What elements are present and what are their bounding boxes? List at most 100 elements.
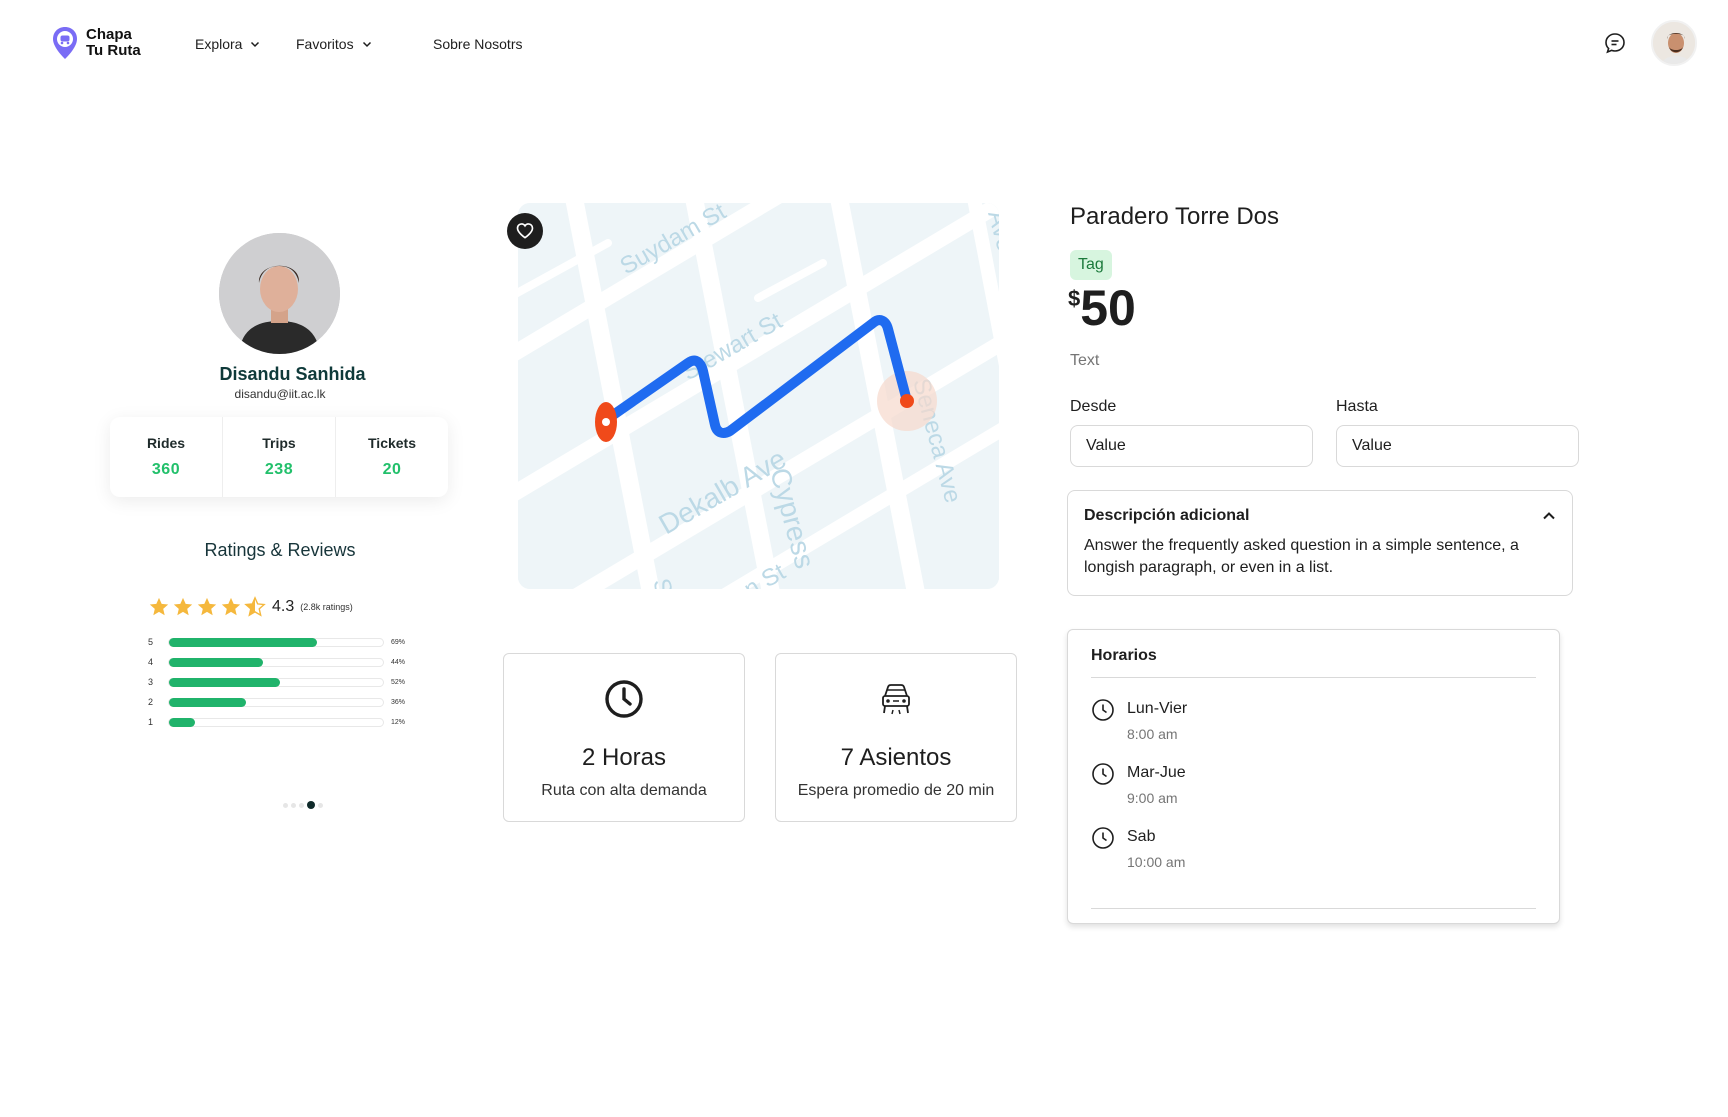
ratings-title: Ratings & Reviews — [204, 540, 356, 560]
brand-logo[interactable]: Chapa Tu Ruta — [52, 26, 141, 60]
info-title: 7 Asientos — [840, 744, 952, 771]
stat-label: Trips — [262, 435, 296, 451]
logo-text: Chapa Tu Ruta — [86, 27, 141, 59]
profile-name: Disandu Sanhida — [219, 364, 366, 384]
route-map[interactable]: Suydam St Stewart St Dekalb Ave Cypress … — [518, 203, 999, 589]
bar-percent: 36% — [391, 698, 406, 706]
stop-price: $ 50 — [1068, 278, 1136, 338]
bar-star-label: 1 — [148, 717, 154, 727]
bar-percent: 52% — [391, 678, 406, 686]
stat-value: 360 — [151, 461, 181, 478]
rating-distribution: 5 69% 4 44% 3 52% 2 36% 1 12% — [148, 632, 418, 732]
to-field[interactable]: Value — [1336, 425, 1579, 467]
star-full-icon — [221, 597, 241, 616]
nav-about[interactable]: Sobre Nosotrs — [433, 36, 522, 52]
heart-icon — [516, 223, 534, 239]
profile-avatar — [219, 233, 340, 354]
schedule-time: 10:00 am — [1127, 854, 1186, 870]
schedule-title: Horarios — [1091, 647, 1536, 678]
bar-track — [168, 637, 384, 647]
chevron-up-icon[interactable] — [1542, 509, 1556, 523]
nav-favorites[interactable]: Favoritos — [296, 36, 372, 52]
logo-line-1: Chapa — [86, 26, 132, 43]
carousel-dot[interactable] — [318, 802, 323, 808]
nav-about-label: Sobre Nosotrs — [433, 36, 523, 52]
star-half-icon — [244, 596, 266, 617]
stat-tickets: Tickets 20 — [336, 417, 448, 497]
favorite-button[interactable] — [507, 213, 543, 249]
clock-icon — [1092, 699, 1114, 721]
stop-note: Text — [1070, 352, 1100, 369]
clock-icon — [1092, 827, 1114, 849]
bar-track — [168, 657, 384, 667]
schedule-card: Horarios Lun-Vier 8:00 am Mar-Jue 9:00 a… — [1067, 629, 1560, 924]
rating-count: (2.8k ratings) — [300, 602, 353, 612]
clock-icon — [1092, 763, 1114, 785]
stop-tag: Tag — [1070, 250, 1112, 280]
star-full-icon — [149, 597, 169, 616]
bar-star-label: 3 — [148, 677, 154, 687]
top-nav: Chapa Tu Ruta Explora Favoritos Sobre No… — [0, 0, 1728, 90]
map-canvas: Suydam St Stewart St Dekalb Ave Cypress … — [518, 203, 999, 589]
schedule-item: Lun-Vier 8:00 am — [1091, 698, 1536, 742]
price-amount: 50 — [1080, 280, 1136, 336]
star-full-icon — [173, 597, 193, 616]
schedule-day: Sab — [1127, 828, 1156, 845]
user-avatar-image — [1653, 22, 1695, 64]
rating-bar-row: 1 12% — [148, 712, 418, 732]
bar-percent: 12% — [391, 718, 406, 726]
chevron-down-icon — [251, 41, 260, 48]
chevron-down-icon — [362, 41, 371, 48]
stat-value: 238 — [264, 461, 294, 478]
stat-value: 20 — [382, 461, 402, 478]
car-icon — [882, 684, 910, 715]
schedule-time: 8:00 am — [1127, 726, 1178, 742]
chat-icon[interactable] — [1604, 32, 1626, 54]
seats-card: 7 Asientos Espera promedio de 20 min — [775, 653, 1017, 822]
bar-fill — [169, 697, 247, 707]
carousel-dot[interactable] — [299, 802, 304, 808]
description-accordion[interactable]: Descripción adicional Answer the frequen… — [1067, 490, 1573, 596]
to-label: Hasta — [1336, 398, 1378, 415]
carousel-dot[interactable] — [283, 802, 288, 808]
carousel-dots — [283, 801, 323, 809]
bar-percent: 69% — [391, 638, 406, 646]
info-subtitle: Espera promedio de 20 min — [797, 782, 995, 799]
profile-photo — [219, 233, 340, 354]
bar-percent: 44% — [391, 658, 406, 666]
destination-marker[interactable] — [900, 394, 914, 408]
bar-track — [168, 717, 384, 727]
carousel-dot[interactable] — [291, 802, 296, 808]
logo-pin-icon — [53, 27, 77, 59]
bar-fill — [169, 637, 317, 647]
accordion-header[interactable]: Descripción adicional — [1084, 507, 1556, 525]
carousel-dot-active[interactable] — [307, 801, 315, 809]
nav-explore-label: Explora — [195, 36, 243, 52]
bar-star-label: 5 — [148, 637, 154, 647]
rating-bar-row: 4 44% — [148, 652, 418, 672]
info-subtitle: Ruta con alta demanda — [541, 782, 707, 799]
stat-label: Tickets — [368, 435, 416, 451]
bar-fill — [169, 657, 264, 667]
profile-stats-card: Rides 360 Trips 238 Tickets 20 — [110, 417, 448, 497]
accordion-body: Answer the frequently asked question in … — [1084, 537, 1519, 576]
from-label: Desde — [1070, 398, 1117, 415]
user-avatar[interactable] — [1651, 20, 1697, 66]
star-full-icon — [197, 597, 217, 616]
nav-explore[interactable]: Explora — [195, 36, 260, 52]
logo-line-2: Tu Ruta — [86, 42, 141, 59]
stat-label: Rides — [146, 435, 186, 451]
rating-bar-row: 5 69% — [148, 632, 418, 652]
from-field[interactable]: Value — [1070, 425, 1313, 467]
bar-star-label: 4 — [148, 657, 154, 667]
accordion-title: Descripción adicional — [1084, 507, 1250, 524]
star-rating: 4.3 (2.8k ratings) — [148, 596, 353, 618]
rating-bar-row: 3 52% — [148, 672, 418, 692]
duration-card: 2 Horas Ruta con alta demanda — [503, 653, 745, 822]
bar-track — [168, 697, 384, 707]
profile-email: disandu@iit.ac.lk — [234, 387, 326, 401]
stat-trips: Trips 238 — [223, 417, 336, 497]
clock-icon — [605, 680, 643, 718]
price-currency: $ — [1068, 286, 1081, 311]
schedule-day: Mar-Jue — [1127, 764, 1186, 781]
